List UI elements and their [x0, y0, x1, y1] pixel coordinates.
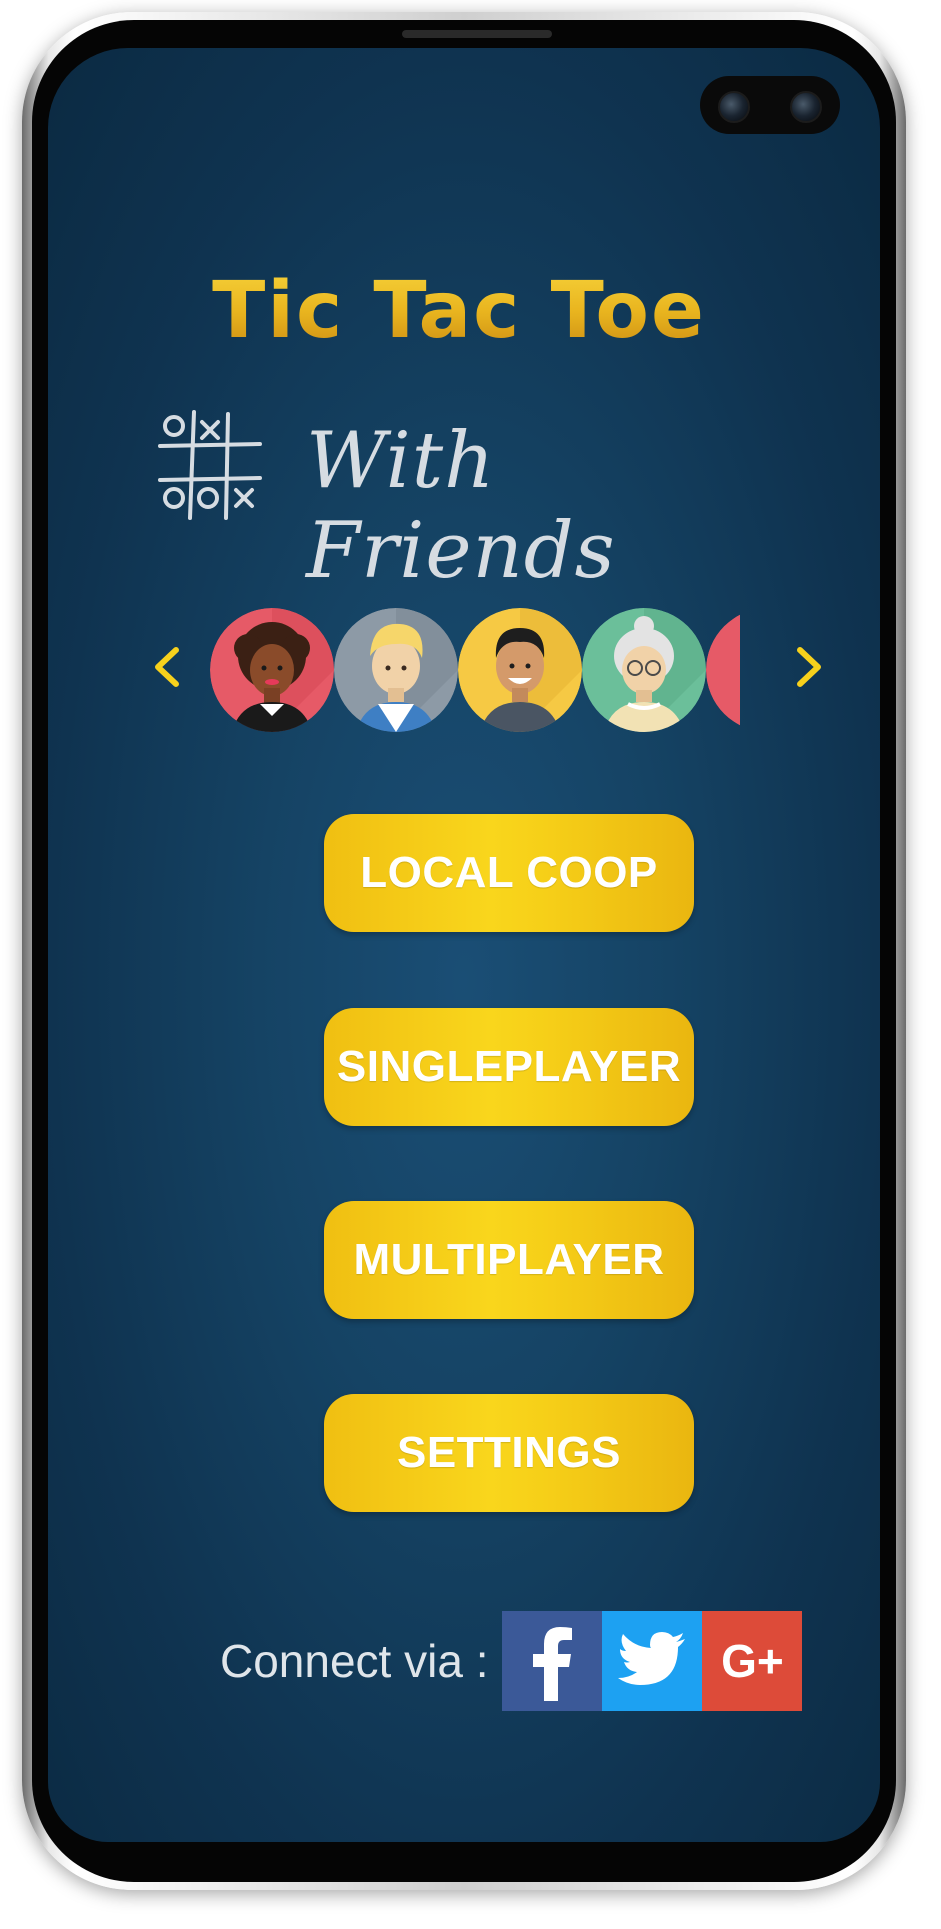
earpiece-speaker: [402, 30, 552, 38]
tic-tac-toe-board-icon: [158, 410, 262, 520]
camera-lens: [790, 91, 822, 123]
avatar-grandmother-glasses[interactable]: [582, 608, 706, 732]
connect-row: Connect via : G+: [220, 1611, 803, 1711]
app-title: Tic Tac Toe: [48, 266, 880, 356]
facebook-icon: [533, 1627, 573, 1701]
app-subtitle: With Friends: [306, 416, 616, 596]
google-plus-icon: G+: [721, 1635, 784, 1687]
avatar-man-blond-hair[interactable]: [334, 608, 458, 732]
subtitle-row: With Friends: [156, 406, 756, 596]
camera-lens: [718, 91, 750, 123]
avatar-man-black-hair[interactable]: [458, 608, 582, 732]
connect-label: Connect via :: [220, 1635, 489, 1687]
avatar-carousel: [148, 608, 828, 734]
facebook-button[interactable]: [502, 1611, 603, 1711]
app-screen: Tic Tac Toe With Friends LOCAL COOP SING…: [48, 48, 880, 1842]
chevron-left-icon[interactable]: [148, 642, 188, 692]
singleplayer-button[interactable]: SINGLEPLAYER: [324, 1008, 694, 1126]
avatar-list: [210, 608, 740, 734]
chevron-right-icon[interactable]: [788, 642, 828, 692]
phone-bezel: Tic Tac Toe With Friends LOCAL COOP SING…: [32, 20, 896, 1882]
twitter-icon: [618, 1632, 686, 1685]
local-coop-button[interactable]: LOCAL COOP: [324, 814, 694, 932]
avatar-woman-curly-hair[interactable]: [210, 608, 334, 732]
google-plus-button[interactable]: G+: [702, 1611, 803, 1711]
settings-button[interactable]: SETTINGS: [324, 1394, 694, 1512]
avatar-partial[interactable]: [706, 608, 740, 732]
front-camera: [700, 76, 840, 134]
twitter-button[interactable]: [602, 1611, 703, 1711]
phone-frame: Tic Tac Toe With Friends LOCAL COOP SING…: [22, 12, 906, 1890]
multiplayer-button[interactable]: MULTIPLAYER: [324, 1201, 694, 1319]
